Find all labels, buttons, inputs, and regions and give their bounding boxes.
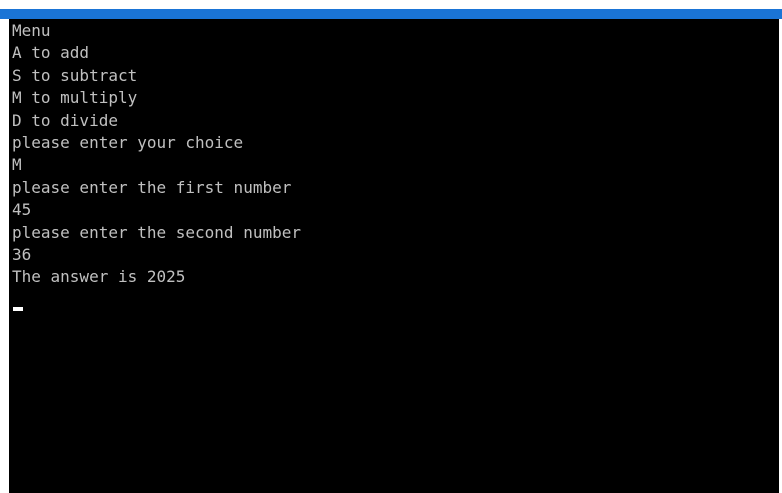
console-line-menu: Menu: [12, 21, 51, 40]
console-line-multiply-option: M to multiply: [12, 88, 138, 108]
console-output-area[interactable]: Menu A to add S to subtract M to multipl…: [9, 19, 779, 493]
text-cursor: [13, 307, 23, 311]
console-line-second-number-prompt: please enter the second number: [12, 222, 301, 242]
console-line-divide-option: D to divide: [12, 110, 118, 130]
console-line-add-option: A to add: [12, 43, 90, 63]
console-line-subtract-option: S to subtract: [12, 65, 138, 85]
console-window: Menu A to add S to subtract M to multipl…: [0, 0, 782, 493]
console-line-choice-prompt: please enter your choice: [12, 132, 244, 152]
console-line-answer: The answer is 2025: [12, 267, 186, 287]
window-left-border: [0, 19, 9, 493]
console-line-first-number-input: 45: [12, 200, 32, 220]
title-bar[interactable]: [0, 9, 782, 19]
console-line-second-number-input: 36: [12, 244, 32, 264]
console-line-choice-input: M: [12, 155, 22, 175]
console-lines: Menu A to add S to subtract M to multipl…: [12, 20, 301, 289]
console-line-first-number-prompt: please enter the first number: [12, 177, 292, 197]
